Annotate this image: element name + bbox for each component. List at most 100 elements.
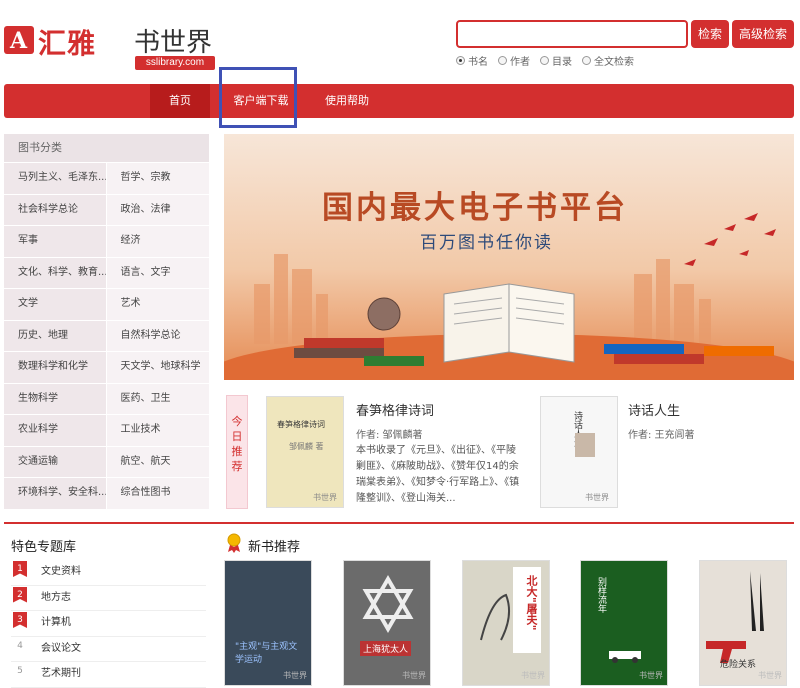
category-row: 马列主义、毛泽东... 哲学、宗教: [4, 162, 209, 194]
nav-home[interactable]: 首页: [150, 84, 210, 118]
book-cover[interactable]: 诗话人生 书世界: [540, 396, 618, 508]
search-options: 书名 作者 目录 全文检索: [456, 53, 634, 68]
search-button[interactable]: 检索: [691, 20, 729, 48]
search-option-fulltext[interactable]: 全文检索: [582, 53, 634, 68]
special-library-label: 艺术期刊: [41, 668, 81, 679]
category-row: 生物科学 医药、卫生: [4, 382, 209, 414]
site-logo[interactable]: A 汇雅 书世界 sslibrary.com: [4, 20, 215, 70]
category-row: 社会科学总论 政治、法律: [4, 193, 209, 225]
rank-badge: 3: [13, 612, 27, 628]
cover-title: 春笋格律诗词: [277, 420, 325, 429]
category-row: 数理科学和化学 天文学、地球科学: [4, 351, 209, 383]
section-divider: [4, 522, 794, 524]
category-item[interactable]: 工业技术: [106, 415, 209, 446]
advanced-search-button[interactable]: 高级检索: [732, 20, 794, 48]
category-item[interactable]: 农业科学: [4, 415, 107, 446]
car-icon: [609, 651, 641, 663]
special-library-title: 特色专题库: [11, 540, 77, 555]
category-item[interactable]: 医药、卫生: [106, 383, 209, 414]
category-title: 图书分类: [4, 134, 209, 162]
radio-icon: [498, 56, 507, 65]
book-title[interactable]: 春笋格律诗词: [356, 400, 434, 419]
category-row: 环境科学、安全科... 综合性图书: [4, 477, 209, 509]
category-item[interactable]: 经济: [106, 226, 209, 257]
category-item[interactable]: 语言、文字: [106, 257, 209, 288]
special-library-list: 1 文史资料 2 地方志 3 计算机 4 会议论文 5 艺术期刊: [11, 560, 206, 688]
category-row: 交通运输 航空、航天: [4, 445, 209, 477]
book-title[interactable]: 诗话人生: [628, 400, 680, 419]
category-row: 农业科学 工业技术: [4, 414, 209, 446]
category-item[interactable]: 哲学、宗教: [106, 163, 209, 194]
logo-brand: 汇雅: [38, 27, 97, 60]
rank-badge: 1: [13, 561, 27, 577]
banner-title: 国内最大电子书平台: [322, 190, 628, 226]
category-item[interactable]: 社会科学总论: [4, 194, 107, 225]
search-option-author[interactable]: 作者: [498, 53, 530, 68]
new-book-cover[interactable]: 危险关系 书世界: [699, 560, 787, 686]
radio-icon: [582, 56, 591, 65]
star-of-david-icon: [362, 575, 414, 633]
special-library-label: 会议论文: [41, 642, 81, 654]
banner-subtitle: 百万图书任你读: [420, 233, 553, 253]
medal-icon: [227, 533, 241, 553]
new-book-cover[interactable]: "主观"与主观文学运动 书世界: [224, 560, 312, 686]
today-recommend-tag: 今日推荐: [226, 395, 248, 509]
author-photo: [575, 433, 595, 457]
special-library-label: 文史资料: [41, 566, 81, 577]
cover-watermark: 书世界: [585, 493, 609, 502]
search-input[interactable]: [456, 20, 688, 48]
category-row: 文化、科学、教育... 语言、文字: [4, 256, 209, 288]
book-description: 本书收录了《元旦》、《出征》、《平陵剿匪》、《麻陂助战》、《赞年仅14的余瑞棠表…: [356, 445, 520, 504]
cover-watermark: 书世界: [313, 493, 337, 502]
promo-banner[interactable]: 国内最大电子书平台 百万图书任你读: [224, 134, 794, 380]
category-item[interactable]: 军事: [4, 226, 107, 257]
category-item[interactable]: 马列主义、毛泽东...: [4, 163, 107, 194]
category-panel: 图书分类 马列主义、毛泽东... 哲学、宗教 社会科学总论 政治、法律 军事 经济 文化、科…: [4, 134, 209, 509]
logo-url: sslibrary.com: [135, 56, 215, 70]
cover-author: 邹佩麟 著: [289, 442, 324, 451]
category-row: 历史、地理 自然科学总论: [4, 319, 209, 351]
rank-badge: 5: [17, 666, 23, 676]
logo-name: 书世界: [134, 28, 213, 58]
new-book-cover[interactable]: 上海犹太人 书世界: [343, 560, 431, 686]
main-nav: 首页 客户端下载 使用帮助: [4, 84, 794, 118]
special-library-item[interactable]: 4 会议论文: [11, 637, 206, 662]
search-option-toc[interactable]: 目录: [540, 53, 572, 68]
category-item[interactable]: 文学: [4, 289, 107, 320]
book-author: 作者: 王充闾著: [628, 430, 695, 441]
category-item[interactable]: 艺术: [106, 289, 209, 320]
category-item[interactable]: 自然科学总论: [106, 320, 209, 351]
category-item[interactable]: 历史、地理: [4, 320, 107, 351]
category-item[interactable]: 生物科学: [4, 383, 107, 414]
category-item[interactable]: 天文学、地球科学: [106, 352, 209, 383]
radio-icon: [456, 56, 465, 65]
banner-illustration: [224, 134, 794, 380]
category-item[interactable]: 环境科学、安全科...: [4, 478, 107, 509]
special-library-item[interactable]: 3 计算机: [11, 611, 206, 637]
highlight-box: [219, 67, 297, 128]
category-item[interactable]: 文化、科学、教育...: [4, 257, 107, 288]
category-row: 文学 艺术: [4, 288, 209, 320]
new-books-title: 新书推荐: [248, 540, 301, 555]
book-author: 作者: 邹佩麟著: [356, 430, 423, 441]
special-library-item[interactable]: 5 艺术期刊: [11, 662, 206, 688]
category-row: 军事 经济: [4, 225, 209, 257]
special-library-item[interactable]: 1 文史资料: [11, 560, 206, 586]
category-item[interactable]: 数理科学和化学: [4, 352, 107, 383]
new-book-cover[interactable]: 别样流年 书世界: [580, 560, 668, 686]
special-library-label: 地方志: [41, 591, 71, 603]
new-book-cover[interactable]: 北大"屠夫" 书世界: [462, 560, 550, 686]
radio-icon: [540, 56, 549, 65]
nav-help[interactable]: 使用帮助: [314, 84, 380, 118]
category-item[interactable]: 综合性图书: [106, 478, 209, 509]
special-library-label: 计算机: [41, 617, 71, 628]
logo-mark: A: [4, 26, 34, 54]
category-item[interactable]: 航空、航天: [106, 446, 209, 477]
category-item[interactable]: 交通运输: [4, 446, 107, 477]
rank-badge: 4: [17, 640, 23, 651]
category-item[interactable]: 政治、法律: [106, 194, 209, 225]
special-library-item[interactable]: 2 地方志: [11, 586, 206, 611]
rank-badge: 2: [13, 586, 27, 603]
search-option-title[interactable]: 书名: [456, 53, 488, 68]
book-cover[interactable]: 春笋格律诗词 邹佩麟 著 书世界: [266, 396, 344, 508]
